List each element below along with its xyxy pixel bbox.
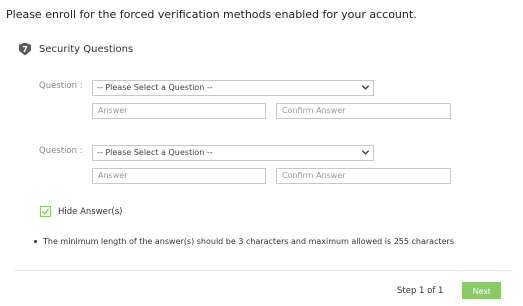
bullet-icon (34, 240, 37, 243)
intro-text: Please enroll for the forced verificatio… (6, 8, 417, 21)
footer-divider (14, 270, 512, 271)
next-button[interactable]: Next (462, 282, 501, 299)
question-2-label: Question : (39, 146, 83, 156)
hide-answers-row[interactable]: Hide Answer(s) (40, 206, 122, 217)
shield-step-icon: 7 (19, 42, 31, 56)
question-2-select-value: -- Please Select a Question -- (97, 148, 213, 157)
chevron-down-icon (361, 85, 370, 90)
question-1-label: Question : (39, 81, 83, 91)
question-1-answer-input[interactable]: Answer (92, 103, 266, 119)
step-indicator: Step 1 of 1 (397, 286, 444, 296)
hide-answers-checkbox[interactable] (40, 206, 51, 217)
question-1-select-value: -- Please Select a Question -- (97, 83, 213, 92)
section-title: Security Questions (39, 43, 134, 55)
checkmark-icon (41, 208, 50, 215)
question-2-answer-input[interactable]: Answer (92, 168, 266, 184)
hide-answers-label: Hide Answer(s) (58, 206, 123, 217)
chevron-down-icon (361, 150, 370, 155)
section-header: 7 Security Questions (19, 42, 133, 56)
question-2-select[interactable]: -- Please Select a Question -- (92, 145, 374, 161)
question-1-confirm-input[interactable]: Confirm Answer (276, 103, 451, 119)
length-note: The minimum length of the answer(s) shou… (34, 237, 454, 246)
question-2-confirm-input[interactable]: Confirm Answer (276, 168, 451, 184)
question-1-select[interactable]: -- Please Select a Question -- (92, 80, 374, 96)
length-note-text: The minimum length of the answer(s) shou… (43, 237, 454, 246)
